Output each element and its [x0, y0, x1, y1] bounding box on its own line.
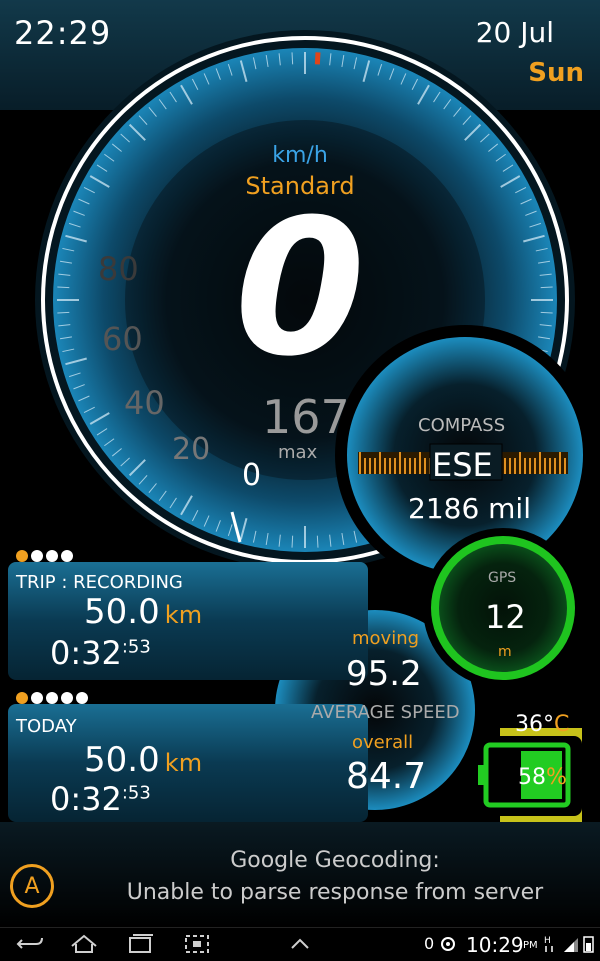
today-distance-unit: km [164, 749, 203, 777]
dial-label-20: 20 [172, 432, 211, 467]
geocoding-title: Google Geocoding: [230, 848, 440, 873]
today-duration: 0:32:53 [50, 780, 151, 818]
today-page-dots[interactable] [16, 692, 88, 704]
battery-percent-value: 58 [518, 765, 546, 790]
page-dot[interactable] [46, 550, 58, 562]
recent-apps-icon[interactable] [124, 932, 156, 956]
today-distance-value: 50.0 [84, 740, 160, 780]
moving-label: moving [352, 628, 420, 649]
today-duration-seconds: :53 [121, 782, 151, 804]
compass-direction: ESE [432, 446, 493, 484]
data-signal-icon: H [544, 936, 553, 952]
dial-label-80: 80 [98, 250, 139, 288]
dial-tick [314, 52, 321, 65]
overall-label: overall [352, 732, 414, 753]
trip-duration: 0:32:53 [50, 634, 151, 672]
gps-status-icon [441, 937, 455, 951]
trip-distance-unit: km [164, 601, 203, 629]
a-button[interactable]: A [10, 864, 54, 908]
dial-label-0: 0 [242, 458, 262, 493]
battery-percent: 58% [518, 765, 567, 790]
gps-accuracy: 12 [485, 598, 526, 636]
temperature-value: 36° [515, 712, 554, 737]
screenshot-icon[interactable] [182, 932, 212, 956]
page-dot[interactable] [46, 692, 58, 704]
dial-tick [316, 535, 319, 548]
trip-distance: 50.0 km [84, 592, 202, 632]
system-clock: 10:29 [466, 933, 524, 957]
system-navbar: 0 10:29 PM H [0, 927, 600, 961]
current-speed: 0 [234, 179, 366, 398]
dial-label-40: 40 [124, 384, 165, 422]
average-speed-label: AVERAGE SPEED [311, 702, 460, 723]
temperature: 36°C [515, 712, 569, 737]
page-dot[interactable] [31, 550, 43, 562]
speed-unit: km/h [272, 143, 328, 168]
today-label: TODAY [16, 716, 77, 737]
page-dot[interactable] [61, 550, 73, 562]
trip-label: TRIP : RECORDING [16, 572, 183, 593]
back-icon[interactable] [14, 932, 46, 956]
trip-distance-value: 50.0 [84, 592, 160, 632]
trip-duration-value: 0:32 [50, 634, 122, 672]
page-dot[interactable] [61, 692, 73, 704]
overall-average: 84.7 [346, 756, 427, 797]
dial-label-60: 60 [102, 320, 143, 358]
battery-tip [478, 765, 486, 785]
gps-label: GPS [488, 570, 517, 586]
home-icon[interactable] [68, 932, 100, 956]
max-speed-value: 167 [262, 390, 350, 444]
compass-reading: 2186 mil [408, 492, 531, 525]
dial-tick [291, 535, 294, 548]
notification-count: 0 [424, 934, 435, 953]
gps-unit: m [498, 644, 512, 660]
chevron-up-icon[interactable] [286, 932, 314, 956]
trip-page-dots[interactable] [16, 550, 73, 562]
temperature-unit: C [554, 712, 570, 737]
max-speed-label: max [278, 442, 318, 463]
geocoding-error: Unable to parse response from server [126, 880, 544, 905]
today-duration-value: 0:32 [50, 780, 122, 818]
signal-strength-icon [564, 938, 578, 952]
battery-percent-sign: % [546, 765, 567, 790]
moving-average: 95.2 [346, 654, 422, 694]
page-dot[interactable] [31, 692, 43, 704]
page-dot[interactable] [76, 692, 88, 704]
page-dot[interactable] [16, 550, 28, 562]
today-distance: 50.0 km [84, 740, 202, 780]
battery-status-icon [583, 936, 594, 953]
trip-duration-seconds: :53 [121, 636, 151, 658]
svg-text:H: H [544, 936, 551, 946]
system-ampm: PM [523, 940, 538, 951]
dial-tick [291, 52, 294, 65]
message-area [0, 822, 600, 927]
compass-label: COMPASS [418, 415, 506, 436]
trip-panel[interactable]: TRIP : RECORDING 50.0 km 0:32:53 [8, 550, 368, 680]
page-dot[interactable] [16, 692, 28, 704]
